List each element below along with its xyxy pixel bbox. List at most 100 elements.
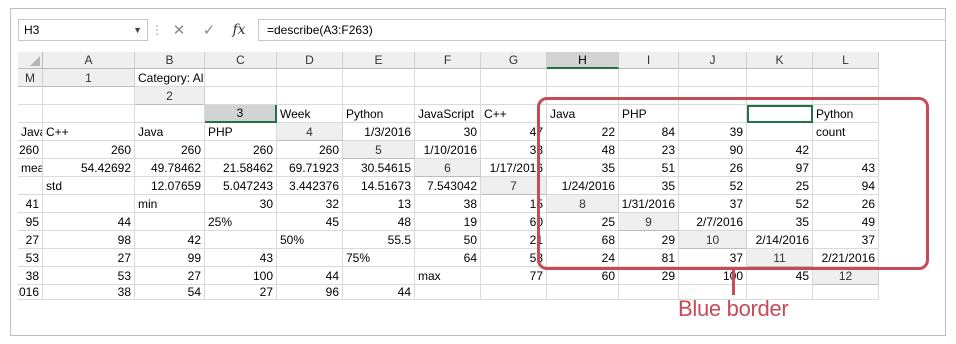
- cell-l2[interactable]: [43, 105, 135, 123]
- column-header-g[interactable]: G: [481, 52, 547, 69]
- cell-b2[interactable]: [277, 87, 343, 105]
- cell-g8[interactable]: [135, 213, 205, 231]
- cell-g6[interactable]: [18, 177, 43, 195]
- cell-m2[interactable]: [135, 105, 205, 123]
- cell-i1[interactable]: [679, 69, 747, 87]
- row-header-3[interactable]: 3: [205, 105, 277, 123]
- cell-m1[interactable]: [43, 87, 135, 105]
- cell-a2[interactable]: [205, 87, 277, 105]
- cell-i9[interactable]: 55.5: [343, 231, 415, 249]
- column-header-e[interactable]: E: [343, 52, 415, 69]
- cell-k2[interactable]: [18, 105, 43, 123]
- row-header-5[interactable]: 5: [343, 141, 415, 159]
- cell-m3[interactable]: PHP: [205, 123, 277, 141]
- row-header-2[interactable]: 2: [135, 87, 205, 105]
- cell-h11[interactable]: max: [415, 267, 481, 285]
- chevron-down-icon[interactable]: ▼: [133, 25, 142, 35]
- cell-e8[interactable]: 95: [18, 213, 43, 231]
- cell-j7[interactable]: 32: [277, 195, 343, 213]
- cell-l5[interactable]: 69.71923: [277, 159, 343, 177]
- column-header-c[interactable]: C: [205, 52, 277, 69]
- cell-h6[interactable]: std: [43, 177, 135, 195]
- cell-e1[interactable]: [415, 69, 481, 87]
- cell-f10[interactable]: 43: [205, 249, 277, 267]
- column-header-m[interactable]: M: [18, 69, 43, 87]
- cell-b4[interactable]: 30: [415, 123, 481, 141]
- cell-f9[interactable]: 42: [135, 231, 205, 249]
- cell-k1[interactable]: [813, 69, 879, 87]
- name-box[interactable]: H3 ▼: [18, 19, 148, 41]
- cell-k3[interactable]: C++: [43, 123, 135, 141]
- cell-g11[interactable]: [343, 267, 415, 285]
- cell-b1[interactable]: [205, 69, 277, 87]
- cell-c2[interactable]: [343, 87, 415, 105]
- cell-d11[interactable]: 27: [135, 267, 205, 285]
- select-all-corner[interactable]: [18, 52, 43, 69]
- column-header-f[interactable]: F: [415, 52, 481, 69]
- cell-h9[interactable]: 50%: [277, 231, 343, 249]
- cell-g1[interactable]: [547, 69, 619, 87]
- cell-k4[interactable]: 260: [135, 141, 205, 159]
- cell-i6[interactable]: 12.07659: [135, 177, 205, 195]
- cell-l1[interactable]: [18, 87, 43, 105]
- cell-j12[interactable]: [619, 285, 679, 300]
- cell-k8[interactable]: 19: [415, 213, 481, 231]
- cell-b3[interactable]: Python: [343, 105, 415, 123]
- cell-i5[interactable]: 54.42692: [43, 159, 135, 177]
- cell-h12[interactable]: [481, 285, 547, 300]
- column-header-l[interactable]: L: [813, 52, 879, 69]
- cell-m4[interactable]: 260: [277, 141, 343, 159]
- cell-i10[interactable]: 64: [415, 249, 481, 267]
- cell-l7[interactable]: 38: [415, 195, 481, 213]
- cell-a12[interactable]: 2/28/2016: [18, 285, 43, 300]
- cell-j6[interactable]: 5.047243: [205, 177, 277, 195]
- cell-j5[interactable]: 49.78462: [135, 159, 205, 177]
- row-header-4[interactable]: 4: [277, 123, 343, 141]
- cell-i8[interactable]: 45: [277, 213, 343, 231]
- cell-f1[interactable]: [481, 69, 547, 87]
- column-header-d[interactable]: D: [277, 52, 343, 69]
- cell-k7[interactable]: 13: [343, 195, 415, 213]
- cell-j4[interactable]: 260: [43, 141, 135, 159]
- cell-i7[interactable]: 30: [205, 195, 277, 213]
- cell-j8[interactable]: 48: [343, 213, 415, 231]
- cell-c3[interactable]: JavaScript: [415, 105, 481, 123]
- column-header-i[interactable]: I: [619, 52, 679, 69]
- cell-h7[interactable]: min: [135, 195, 205, 213]
- cell-l6[interactable]: 14.51673: [343, 177, 415, 195]
- cell-j9[interactable]: 50: [415, 231, 481, 249]
- cell-h1[interactable]: [619, 69, 679, 87]
- insert-function-icon[interactable]: fx: [232, 22, 246, 38]
- cell-d1[interactable]: [343, 69, 415, 87]
- cell-h8[interactable]: 25%: [205, 213, 277, 231]
- cell-e11[interactable]: 100: [205, 267, 277, 285]
- cell-a3[interactable]: Week: [277, 105, 343, 123]
- cell-l3[interactable]: Java: [135, 123, 205, 141]
- cell-e9[interactable]: 98: [43, 231, 135, 249]
- cell-m12[interactable]: [813, 285, 879, 300]
- cell-g9[interactable]: [205, 231, 277, 249]
- cell-h10[interactable]: 75%: [343, 249, 415, 267]
- cell-c12[interactable]: 54: [135, 285, 205, 300]
- cell-a1[interactable]: Category: All categories: [135, 69, 205, 87]
- cell-c11[interactable]: 53: [43, 267, 135, 285]
- cell-j3[interactable]: JavaScript: [18, 123, 43, 141]
- cell-i12[interactable]: [547, 285, 619, 300]
- cell-b11[interactable]: 38: [18, 267, 43, 285]
- cell-f7[interactable]: 41: [18, 195, 43, 213]
- cell-g10[interactable]: [277, 249, 343, 267]
- cell-i4[interactable]: 260: [18, 141, 43, 159]
- cell-d12[interactable]: 27: [205, 285, 277, 300]
- column-header-a[interactable]: A: [43, 52, 135, 69]
- cell-d9[interactable]: 27: [18, 231, 43, 249]
- cell-c10[interactable]: 53: [18, 249, 43, 267]
- cell-k6[interactable]: 3.442376: [277, 177, 343, 195]
- cell-h5[interactable]: mean: [18, 159, 43, 177]
- cell-f12[interactable]: 44: [343, 285, 415, 300]
- cell-a5[interactable]: 1/10/2016: [415, 141, 481, 159]
- cell-g12[interactable]: [415, 285, 481, 300]
- cell-f8[interactable]: 44: [43, 213, 135, 231]
- cell-e12[interactable]: 96: [277, 285, 343, 300]
- column-header-j[interactable]: J: [679, 52, 747, 69]
- confirm-icon[interactable]: ✓: [202, 21, 216, 39]
